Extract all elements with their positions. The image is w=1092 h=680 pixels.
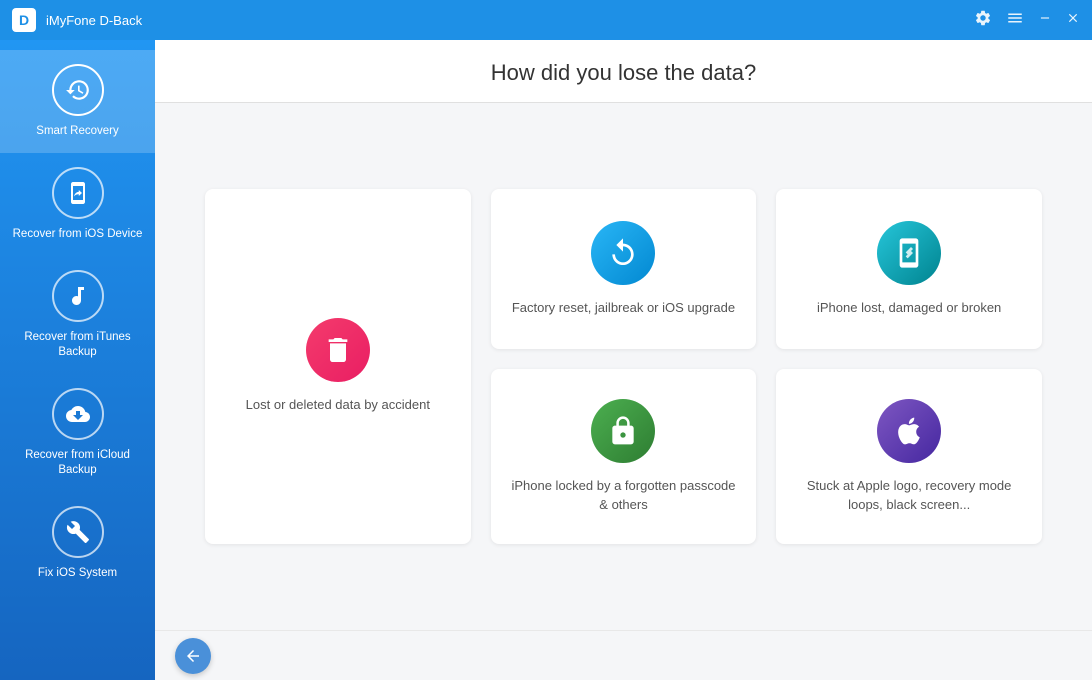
damaged-icon [877,221,941,285]
fix-ios-icon [52,506,104,558]
card-deleted-label: Lost or deleted data by accident [246,396,430,414]
app-body: Smart Recovery Recover from iOS Device R… [0,40,1092,680]
card-stuck[interactable]: Stuck at Apple logo, recovery mode loops… [776,369,1042,543]
card-deleted[interactable]: Lost or deleted data by accident [205,189,471,543]
window-controls [974,9,1080,32]
sidebar-item-smart-recovery[interactable]: Smart Recovery [0,50,155,153]
deleted-icon [306,318,370,382]
sidebar-label-recover-itunes: Recover from iTunes Backup [10,330,145,360]
page-title: How did you lose the data? [195,60,1052,86]
menu-icon[interactable] [1006,9,1024,32]
main-content: How did you lose the data? Lost or delet… [155,40,1092,680]
recover-ios-icon [52,167,104,219]
app-logo: D [12,8,36,32]
card-damaged-label: iPhone lost, damaged or broken [817,299,1001,317]
locked-icon [591,399,655,463]
recover-icloud-icon [52,388,104,440]
card-factory[interactable]: Factory reset, jailbreak or iOS upgrade [491,189,757,349]
minimize-icon[interactable] [1038,11,1052,30]
cards-grid: Lost or deleted data by accident Factory… [155,103,1092,630]
stuck-icon [877,399,941,463]
card-damaged[interactable]: iPhone lost, damaged or broken [776,189,1042,349]
sidebar-item-recover-icloud[interactable]: Recover from iCloud Backup [0,374,155,492]
settings-icon[interactable] [974,9,992,32]
main-header: How did you lose the data? [155,40,1092,103]
recover-itunes-icon [52,270,104,322]
sidebar-item-recover-ios[interactable]: Recover from iOS Device [0,153,155,256]
titlebar: D iMyFone D-Back [0,0,1092,40]
sidebar-label-recover-ios: Recover from iOS Device [13,227,143,242]
card-locked[interactable]: iPhone locked by a forgotten passcode & … [491,369,757,543]
bottom-bar [155,630,1092,680]
card-stuck-label: Stuck at Apple logo, recovery mode loops… [796,477,1022,513]
sidebar-item-recover-itunes[interactable]: Recover from iTunes Backup [0,256,155,374]
app-title: iMyFone D-Back [46,13,974,28]
sidebar-item-fix-ios[interactable]: Fix iOS System [0,492,155,595]
sidebar: Smart Recovery Recover from iOS Device R… [0,40,155,680]
back-button[interactable] [175,638,211,674]
sidebar-label-fix-ios: Fix iOS System [38,566,117,581]
card-factory-label: Factory reset, jailbreak or iOS upgrade [512,299,735,317]
factory-icon [591,221,655,285]
card-locked-label: iPhone locked by a forgotten passcode & … [511,477,737,513]
sidebar-label-smart-recovery: Smart Recovery [36,124,118,139]
close-icon[interactable] [1066,11,1080,30]
sidebar-label-recover-icloud: Recover from iCloud Backup [10,448,145,478]
smart-recovery-icon [52,64,104,116]
